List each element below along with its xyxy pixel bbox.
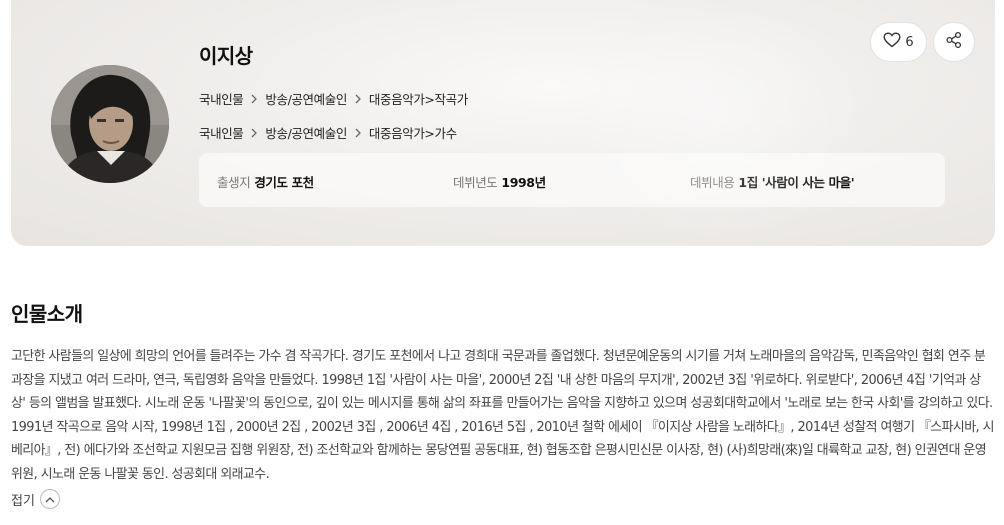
birthplace-info: 출생지 경기도 포천 [217,172,314,191]
breadcrumb-item[interactable]: 방송/공연예술인 [265,89,347,108]
avatar [51,65,169,183]
like-button[interactable]: 6 [870,22,927,62]
chevron-right-icon [351,92,365,106]
info-value: 1집 '사람이 사는 마을' [738,175,855,190]
chevron-right-icon [247,92,261,106]
share-icon [945,31,963,53]
breadcrumb-item[interactable]: 방송/공연예술인 [265,123,347,142]
portrait-photo [51,65,169,183]
intro-text: 고단한 사람들의 일상에 희망의 언어를 들려주는 가수 겸 작곡가다. 경기도… [11,349,994,482]
info-label: 데뷔내용 [690,175,735,190]
collapse-label: 접기 [11,493,35,509]
breadcrumb-item[interactable]: 대중음악가>가수 [369,123,457,142]
info-value: 1998년 [501,175,546,190]
person-name: 이지상 [199,44,253,68]
info-label: 출생지 [217,175,251,190]
breadcrumb-item[interactable]: 국내인물 [199,123,244,142]
chevron-up-icon [39,489,60,509]
profile-card: 이지상 국내인물 방송/공연예술인 대중음악가>작곡가 국내인물 방송/공연예술… [11,0,995,246]
section-title: 인물소개 [11,302,83,326]
debut-year-info: 데뷔년도 1998년 [453,172,546,191]
debut-content-info: 데뷔내용 1집 '사람이 사는 마을' [690,172,855,191]
heart-icon [883,32,901,52]
info-value: 경기도 포천 [254,175,314,190]
breadcrumb: 국내인물 방송/공연예술인 대중음악가>가수 [199,123,457,142]
info-label: 데뷔년도 [453,175,498,190]
like-count: 6 [905,34,914,50]
chevron-right-icon [351,126,365,140]
breadcrumb-item[interactable]: 대중음악가>작곡가 [369,89,468,108]
info-box: 출생지 경기도 포천 데뷔년도 1998년 데뷔내용 1집 '사람이 사는 마을' [199,153,945,207]
breadcrumb: 국내인물 방송/공연예술인 대중음악가>작곡가 [199,89,468,108]
share-button[interactable] [933,22,975,62]
breadcrumb-item[interactable]: 국내인물 [199,89,244,108]
chevron-right-icon [247,126,261,140]
collapse-button[interactable]: 접기 [11,489,60,509]
